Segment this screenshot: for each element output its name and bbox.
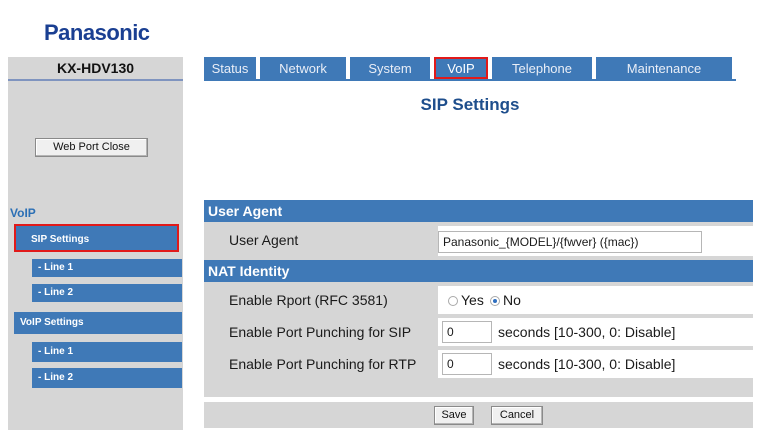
user-agent-label: User Agent xyxy=(229,232,299,248)
settings-form: User Agent User Agent Panasonic_{MODEL}/… xyxy=(204,200,753,397)
sip-port-punching-label: Enable Port Punching for SIP xyxy=(229,324,412,340)
rport-no-label: No xyxy=(503,292,521,308)
sidebar-item-sip-line-1[interactable]: - Line 1 xyxy=(32,259,182,277)
tab-status[interactable]: Status xyxy=(204,57,256,79)
cancel-button[interactable]: Cancel xyxy=(491,406,543,425)
section-header-nat-identity: NAT Identity xyxy=(204,260,753,282)
main-tab-bar: Status Network System VoIP Telephone Mai… xyxy=(204,57,736,81)
sidebar-item-sip-line-2[interactable]: - Line 2 xyxy=(32,284,182,302)
sidebar-item-voip-line-1[interactable]: - Line 1 xyxy=(32,342,182,362)
user-agent-input[interactable]: Panasonic_{MODEL}/{fwver} ({mac}) xyxy=(438,231,702,253)
page-title: SIP Settings xyxy=(420,95,520,114)
rport-yes-radio[interactable] xyxy=(448,296,458,306)
rtp-port-punching-input[interactable]: 0 xyxy=(442,353,492,375)
sip-port-punching-input[interactable]: 0 xyxy=(442,321,492,343)
tab-maintenance[interactable]: Maintenance xyxy=(596,57,732,79)
sip-seconds-hint: seconds [10-300, 0: Disable] xyxy=(498,324,676,340)
tab-divider xyxy=(732,57,736,79)
web-port-close-button[interactable]: Web Port Close xyxy=(35,138,148,157)
rport-value-cell xyxy=(438,286,753,314)
tab-voip[interactable]: VoIP xyxy=(434,57,488,79)
rport-no-radio[interactable] xyxy=(490,296,500,306)
tab-telephone[interactable]: Telephone xyxy=(492,57,592,79)
rtp-seconds-hint: seconds [10-300, 0: Disable] xyxy=(498,356,676,372)
rport-label: Enable Rport (RFC 3581) xyxy=(229,292,388,308)
rtp-port-punching-label: Enable Port Punching for RTP xyxy=(229,356,417,372)
sidebar-item-voip-settings[interactable]: VoIP Settings xyxy=(14,312,182,334)
panasonic-logo: Panasonic xyxy=(44,20,150,45)
sidebar-item-sip-settings[interactable]: SIP Settings xyxy=(14,224,179,252)
rport-yes-label: Yes xyxy=(461,292,484,308)
tab-system[interactable]: System xyxy=(350,57,430,79)
section-header-user-agent: User Agent xyxy=(204,200,753,222)
model-name: KX-HDV130 xyxy=(8,57,183,81)
tab-network[interactable]: Network xyxy=(260,57,346,79)
save-button[interactable]: Save xyxy=(434,406,474,425)
form-action-bar xyxy=(204,402,753,428)
sidebar-section-title: VoIP xyxy=(10,206,36,220)
sidebar-item-voip-line-2[interactable]: - Line 2 xyxy=(32,368,182,388)
